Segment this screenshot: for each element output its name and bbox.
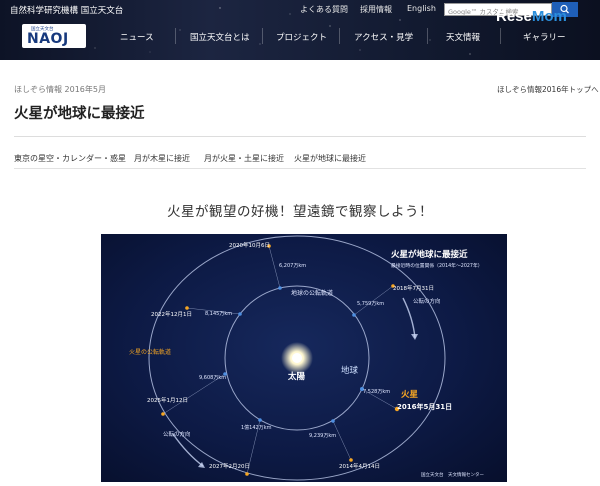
mars-orbit-label: 火星の公転軌道 <box>129 349 172 356</box>
approach-distance: 8,145万km <box>205 311 233 317</box>
mars-date-label: 2016年5月31日 <box>397 403 453 411</box>
approach-distance: 9,608万km <box>199 375 227 381</box>
page-title: 火星が地球に最接近 <box>14 106 145 122</box>
sun-label: 太陽 <box>288 372 306 382</box>
nav-divider <box>427 28 428 44</box>
subtab-tokyo-sky[interactable]: 東京の星空・カレンダー・惑星 <box>14 153 126 164</box>
direction-label-right: 公転の方向 <box>413 299 441 305</box>
approach-distance: 9,239万km <box>309 433 337 439</box>
subtab-moon-mars-saturn[interactable]: 月が火星・土星に接近 <box>204 153 284 164</box>
nav-divider <box>175 28 176 44</box>
organization-name: 自然科学研究機構 国立天文台 <box>10 6 124 16</box>
diagram-title: 火星が地球に最接近 <box>391 250 468 260</box>
page-category: ほしぞら情報 2016年5月 <box>14 85 106 94</box>
nav-divider <box>339 28 340 44</box>
sun <box>292 353 302 363</box>
resemom-watermark: ReseMom <box>496 8 567 25</box>
nav-about[interactable]: 国立天文台とは <box>190 31 250 43</box>
logo-text: NAOJ <box>27 31 69 47</box>
approach-distance: 5,759万km <box>357 301 385 307</box>
mars-label: 火星 <box>401 390 419 400</box>
mars-approach-diagram: 火星が地球に最接近 最接近時の位置関係（2014年～2027年） 太陽 地球 火… <box>101 234 507 482</box>
diagram-credit: 国立天文台 天文情報センター <box>421 473 484 478</box>
approach-date: 2014年4月14日 <box>339 464 380 470</box>
approach-distance: 1億142万km <box>241 425 272 431</box>
approach-date: 2025年1月12日 <box>147 398 188 404</box>
site-header: 自然科学研究機構 国立天文台 よくある質問 採用情報 English Googl… <box>0 0 600 60</box>
direction-label-left: 公転の方向 <box>163 432 191 438</box>
year-top-link[interactable]: ほしぞら情報2016年トップへ <box>497 84 599 95</box>
headline: 火星が観望の好機！望遠鏡で観察しよう！ <box>167 204 433 220</box>
english-link[interactable]: English <box>407 4 436 13</box>
orbit-diagram-graphics <box>148 235 446 481</box>
nav-projects[interactable]: プロジェクト <box>276 31 327 43</box>
subtab-mars-closest[interactable]: 火星が地球に最接近 <box>294 153 366 164</box>
diagram-subtitle: 最接近時の位置関係（2014年～2027年） <box>391 264 483 269</box>
subtab-moon-jupiter[interactable]: 月が木星に接近 <box>134 153 190 164</box>
approach-date: 2018年7月31日 <box>393 286 434 292</box>
subtab-divider <box>14 168 586 169</box>
naoj-logo[interactable]: 国立天文台 NAOJ <box>22 24 86 48</box>
title-divider <box>14 136 586 137</box>
earth-orbit-label: 地球の公転軌道 <box>291 290 334 297</box>
nav-astro-info[interactable]: 天文情報 <box>446 31 480 43</box>
approach-date: 2020年10月6日 <box>229 243 270 249</box>
nav-divider <box>262 28 263 44</box>
approach-date: 2022年12月1日 <box>151 312 192 318</box>
approach-distance: 7,528万km <box>363 389 391 395</box>
nav-divider <box>500 28 501 44</box>
earth-label: 地球 <box>341 366 359 376</box>
faq-link[interactable]: よくある質問 <box>300 4 348 15</box>
approach-date: 2027年2月20日 <box>209 464 250 470</box>
approach-distance: 6,207万km <box>279 263 307 269</box>
nav-news[interactable]: ニュース <box>120 31 154 43</box>
nav-access[interactable]: アクセス・見学 <box>354 31 413 43</box>
nav-gallery[interactable]: ギャラリー <box>523 31 566 43</box>
recruit-link[interactable]: 採用情報 <box>360 4 392 15</box>
